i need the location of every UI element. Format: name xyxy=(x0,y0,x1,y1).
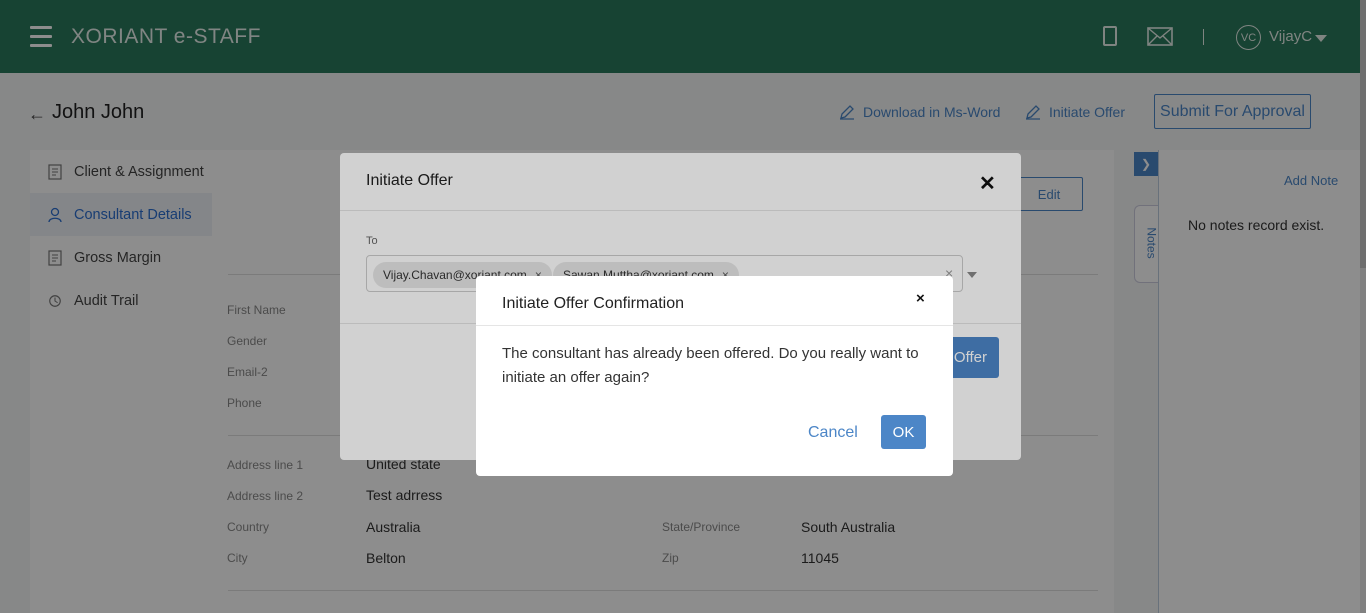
dialog-title: Initiate Offer Confirmation xyxy=(502,295,685,312)
ok-button[interactable]: OK xyxy=(881,415,926,449)
confirmation-dialog: Initiate Offer Confirmation × The consul… xyxy=(476,276,953,476)
dialog-divider xyxy=(476,325,953,326)
dialog-message: The consultant has already been offered.… xyxy=(502,345,919,386)
cancel-button[interactable]: Cancel xyxy=(808,424,858,442)
close-icon[interactable]: × xyxy=(916,290,925,307)
